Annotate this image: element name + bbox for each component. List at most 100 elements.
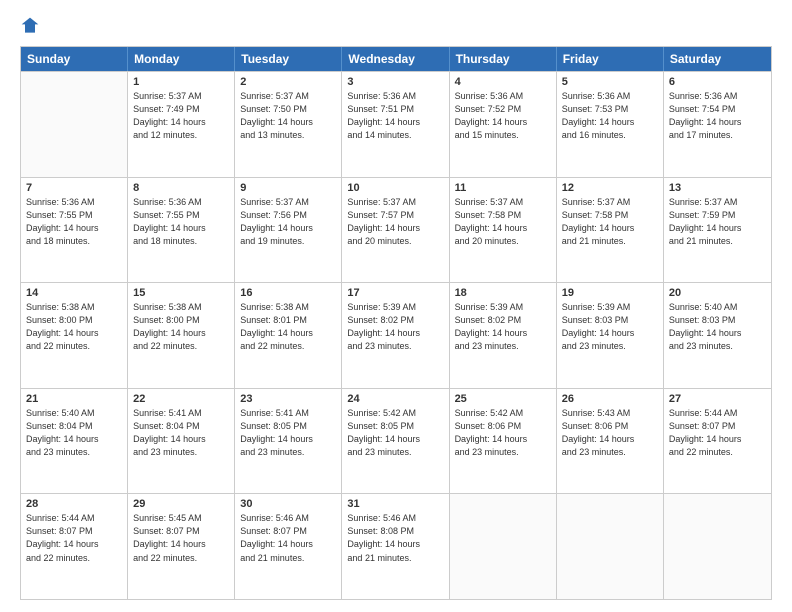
week-row-3: 14Sunrise: 5:38 AM Sunset: 8:00 PM Dayli… <box>21 282 771 388</box>
day-info: Sunrise: 5:36 AM Sunset: 7:52 PM Dayligh… <box>455 90 551 142</box>
cal-cell: 10 Sunrise: 5:37 AM Sunset: 7:57 PM Dayli… <box>342 178 449 283</box>
cal-cell: 3 Sunrise: 5:36 AM Sunset: 7:51 PM Daylig… <box>342 72 449 177</box>
day-info: Sunrise: 5:41 AM Sunset: 8:05 PM Dayligh… <box>240 407 336 459</box>
cal-cell: 13 Sunrise: 5:37 AM Sunset: 7:59 PM Dayli… <box>664 178 771 283</box>
day-number: 17 <box>347 287 443 299</box>
day-number: 5 <box>562 76 658 88</box>
day-number: 22 <box>133 393 229 405</box>
day-info: Sunrise: 5:37 AM Sunset: 7:59 PM Dayligh… <box>669 196 766 248</box>
cal-cell: 24 Sunrise: 5:42 AM Sunset: 8:05 PM Dayli… <box>342 389 449 494</box>
day-number: 2 <box>240 76 336 88</box>
header-day-tuesday: Tuesday <box>235 47 342 71</box>
cal-cell: 30Sunrise: 5:46 AM Sunset: 8:07 PM Dayli… <box>235 494 342 599</box>
cal-cell: 5 Sunrise: 5:36 AM Sunset: 7:53 PM Daylig… <box>557 72 664 177</box>
cal-cell: 9 Sunrise: 5:37 AM Sunset: 7:56 PM Daylig… <box>235 178 342 283</box>
day-number: 7 <box>26 182 122 194</box>
day-number: 20 <box>669 287 766 299</box>
day-info: Sunrise: 5:36 AM Sunset: 7:51 PM Dayligh… <box>347 90 443 142</box>
day-number: 30 <box>240 498 336 510</box>
cal-cell: 2 Sunrise: 5:37 AM Sunset: 7:50 PM Daylig… <box>235 72 342 177</box>
week-row-2: 7 Sunrise: 5:36 AM Sunset: 7:55 PM Daylig… <box>21 177 771 283</box>
day-info: Sunrise: 5:37 AM Sunset: 7:56 PM Dayligh… <box>240 196 336 248</box>
cal-cell: 11 Sunrise: 5:37 AM Sunset: 7:58 PM Dayli… <box>450 178 557 283</box>
cal-cell: 28Sunrise: 5:44 AM Sunset: 8:07 PM Dayli… <box>21 494 128 599</box>
day-info: Sunrise: 5:40 AM Sunset: 8:04 PM Dayligh… <box>26 407 122 459</box>
day-info: Sunrise: 5:41 AM Sunset: 8:04 PM Dayligh… <box>133 407 229 459</box>
day-info: Sunrise: 5:45 AM Sunset: 8:07 PM Dayligh… <box>133 512 229 564</box>
day-number: 26 <box>562 393 658 405</box>
day-number: 29 <box>133 498 229 510</box>
day-info: Sunrise: 5:42 AM Sunset: 8:05 PM Dayligh… <box>347 407 443 459</box>
day-info: Sunrise: 5:44 AM Sunset: 8:07 PM Dayligh… <box>26 512 122 564</box>
cal-cell: 19Sunrise: 5:39 AM Sunset: 8:03 PM Dayli… <box>557 283 664 388</box>
cal-cell: 6 Sunrise: 5:36 AM Sunset: 7:54 PM Daylig… <box>664 72 771 177</box>
calendar: SundayMondayTuesdayWednesdayThursdayFrid… <box>20 46 772 600</box>
week-row-1: 1Sunrise: 5:37 AM Sunset: 7:49 PM Daylig… <box>21 71 771 177</box>
day-info: Sunrise: 5:37 AM Sunset: 7:49 PM Dayligh… <box>133 90 229 142</box>
header-day-monday: Monday <box>128 47 235 71</box>
calendar-body: 1Sunrise: 5:37 AM Sunset: 7:49 PM Daylig… <box>21 71 771 599</box>
header-day-friday: Friday <box>557 47 664 71</box>
header-day-thursday: Thursday <box>450 47 557 71</box>
cal-cell: 4 Sunrise: 5:36 AM Sunset: 7:52 PM Daylig… <box>450 72 557 177</box>
cal-cell: 16 Sunrise: 5:38 AM Sunset: 8:01 PM Dayli… <box>235 283 342 388</box>
day-number: 3 <box>347 76 443 88</box>
logo <box>20 16 48 36</box>
header-day-wednesday: Wednesday <box>342 47 449 71</box>
cal-cell: 20 Sunrise: 5:40 AM Sunset: 8:03 PM Dayli… <box>664 283 771 388</box>
day-info: Sunrise: 5:43 AM Sunset: 8:06 PM Dayligh… <box>562 407 658 459</box>
day-info: Sunrise: 5:40 AM Sunset: 8:03 PM Dayligh… <box>669 301 766 353</box>
day-number: 18 <box>455 287 551 299</box>
day-info: Sunrise: 5:36 AM Sunset: 7:55 PM Dayligh… <box>133 196 229 248</box>
cal-cell: 17 Sunrise: 5:39 AM Sunset: 8:02 PM Dayli… <box>342 283 449 388</box>
day-number: 16 <box>240 287 336 299</box>
day-info: Sunrise: 5:39 AM Sunset: 8:03 PM Dayligh… <box>562 301 658 353</box>
day-info: Sunrise: 5:37 AM Sunset: 7:50 PM Dayligh… <box>240 90 336 142</box>
day-number: 11 <box>455 182 551 194</box>
day-number: 27 <box>669 393 766 405</box>
cal-cell <box>664 494 771 599</box>
day-number: 8 <box>133 182 229 194</box>
day-number: 12 <box>562 182 658 194</box>
week-row-5: 28Sunrise: 5:44 AM Sunset: 8:07 PM Dayli… <box>21 493 771 599</box>
cal-cell: 27 Sunrise: 5:44 AM Sunset: 8:07 PM Dayli… <box>664 389 771 494</box>
day-info: Sunrise: 5:39 AM Sunset: 8:02 PM Dayligh… <box>455 301 551 353</box>
day-number: 13 <box>669 182 766 194</box>
header <box>20 16 772 36</box>
day-number: 21 <box>26 393 122 405</box>
day-info: Sunrise: 5:46 AM Sunset: 8:08 PM Dayligh… <box>347 512 443 564</box>
day-info: Sunrise: 5:36 AM Sunset: 7:53 PM Dayligh… <box>562 90 658 142</box>
cal-cell: 26 Sunrise: 5:43 AM Sunset: 8:06 PM Dayli… <box>557 389 664 494</box>
logo-icon <box>20 16 40 36</box>
day-number: 4 <box>455 76 551 88</box>
day-number: 9 <box>240 182 336 194</box>
day-info: Sunrise: 5:44 AM Sunset: 8:07 PM Dayligh… <box>669 407 766 459</box>
cal-cell: 25 Sunrise: 5:42 AM Sunset: 8:06 PM Dayli… <box>450 389 557 494</box>
day-info: Sunrise: 5:38 AM Sunset: 8:00 PM Dayligh… <box>133 301 229 353</box>
cal-cell <box>557 494 664 599</box>
cal-cell <box>21 72 128 177</box>
day-info: Sunrise: 5:37 AM Sunset: 7:58 PM Dayligh… <box>455 196 551 248</box>
header-day-sunday: Sunday <box>21 47 128 71</box>
day-info: Sunrise: 5:38 AM Sunset: 8:01 PM Dayligh… <box>240 301 336 353</box>
day-number: 24 <box>347 393 443 405</box>
calendar-header: SundayMondayTuesdayWednesdayThursdayFrid… <box>21 47 771 71</box>
cal-cell: 21 Sunrise: 5:40 AM Sunset: 8:04 PM Dayli… <box>21 389 128 494</box>
day-number: 31 <box>347 498 443 510</box>
cal-cell: 14Sunrise: 5:38 AM Sunset: 8:00 PM Dayli… <box>21 283 128 388</box>
day-info: Sunrise: 5:36 AM Sunset: 7:54 PM Dayligh… <box>669 90 766 142</box>
day-info: Sunrise: 5:42 AM Sunset: 8:06 PM Dayligh… <box>455 407 551 459</box>
day-info: Sunrise: 5:38 AM Sunset: 8:00 PM Dayligh… <box>26 301 122 353</box>
day-number: 6 <box>669 76 766 88</box>
header-day-saturday: Saturday <box>664 47 771 71</box>
page: SundayMondayTuesdayWednesdayThursdayFrid… <box>0 0 792 612</box>
day-number: 15 <box>133 287 229 299</box>
day-info: Sunrise: 5:39 AM Sunset: 8:02 PM Dayligh… <box>347 301 443 353</box>
day-number: 25 <box>455 393 551 405</box>
cal-cell: 22 Sunrise: 5:41 AM Sunset: 8:04 PM Dayli… <box>128 389 235 494</box>
cal-cell: 23Sunrise: 5:41 AM Sunset: 8:05 PM Dayli… <box>235 389 342 494</box>
cal-cell <box>450 494 557 599</box>
day-number: 10 <box>347 182 443 194</box>
cal-cell: 1Sunrise: 5:37 AM Sunset: 7:49 PM Daylig… <box>128 72 235 177</box>
day-info: Sunrise: 5:37 AM Sunset: 7:57 PM Dayligh… <box>347 196 443 248</box>
